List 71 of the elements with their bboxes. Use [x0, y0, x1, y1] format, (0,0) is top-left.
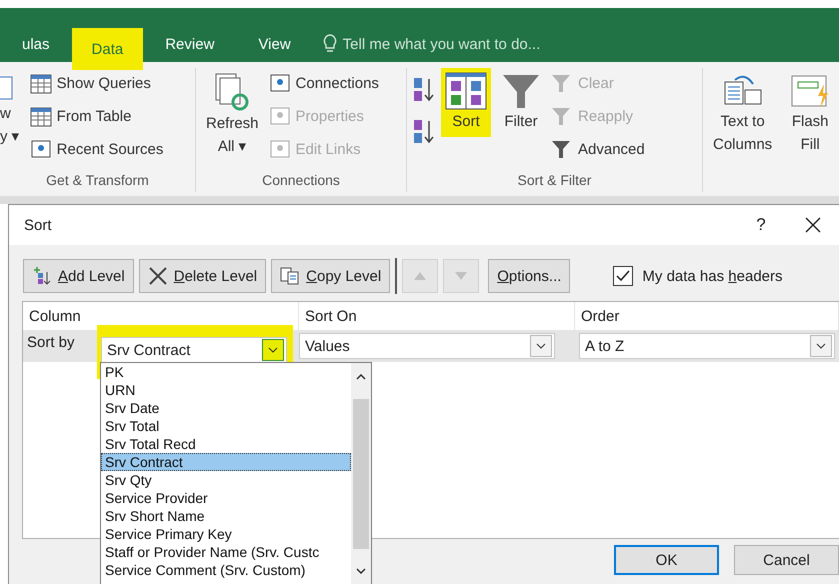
document-icon [268, 72, 291, 94]
ribbon-button[interactable]: Advanced [578, 141, 645, 158]
document-icon [268, 106, 291, 128]
list-item[interactable]: Srv Date [101, 399, 351, 417]
refresh-icon [214, 72, 250, 112]
copy-icon [280, 266, 300, 286]
chevron-down-icon [356, 568, 366, 574]
ribbon-button[interactable]: Recent Sources [56, 141, 164, 158]
lightbulb-icon [322, 34, 337, 54]
ribbon-button[interactable]: Flash Fill [784, 68, 836, 160]
sort-descending-icon [413, 118, 435, 146]
ribbon-tab[interactable]: Review [143, 26, 236, 62]
help-button[interactable]: ? [735, 205, 787, 245]
dialog-title: Sort [24, 216, 53, 234]
add-sort-icon [32, 266, 52, 286]
list-item[interactable]: Srv Total Recd [101, 435, 351, 453]
list-item[interactable]: Srv Short Name [101, 507, 351, 525]
list-item[interactable]: Srv Contract [101, 453, 351, 471]
down-triangle-icon [455, 272, 468, 280]
filter-button[interactable]: Filter [497, 68, 545, 137]
group-label: Sort & Filter [516, 172, 592, 190]
add-level-button[interactable]: Add Level [23, 259, 134, 293]
table-icon [30, 106, 52, 128]
up-triangle-icon [414, 272, 426, 280]
chevron-down-icon [536, 343, 546, 349]
list-item[interactable]: Service Comment (Srv. Custom) [101, 561, 351, 579]
new-query-button[interactable]: w y ▾ [0, 68, 24, 152]
ribbon-tab[interactable]: ulas [0, 26, 72, 62]
x-icon [148, 266, 168, 286]
sort-button[interactable]: Sort [441, 68, 491, 137]
funnel-icon [501, 72, 541, 110]
funnel-icon [551, 138, 573, 160]
options-button[interactable]: Options... [488, 259, 570, 293]
chevron-up-icon [356, 374, 366, 380]
scrollbar[interactable] [351, 363, 371, 584]
ribbon-tab[interactable]: Data [72, 28, 144, 70]
chevron-down-icon [816, 343, 826, 349]
document-icon [268, 138, 291, 160]
checkmark-icon [616, 270, 630, 282]
refresh-all-button[interactable]: Refresh All ▾ [202, 68, 263, 162]
column-dropdown[interactable]: Srv Contract [101, 337, 287, 363]
sort-icon [445, 72, 487, 110]
ribbon-button[interactable]: From Table [56, 108, 132, 125]
list-item[interactable]: Service Primary Key [101, 525, 351, 543]
ok-button[interactable]: OK [614, 545, 719, 575]
tell-me-field[interactable]: Tell me what you want to do... [312, 26, 540, 62]
ribbon-button[interactable]: Connections [296, 75, 379, 92]
group-label: Connections [261, 172, 341, 190]
list-item[interactable]: Staff or Provider Name (Srv. Custc [101, 543, 351, 561]
order-dropdown[interactable]: A to Z [579, 333, 835, 359]
ribbon-tab[interactable]: View [236, 26, 313, 62]
copy-level-button[interactable]: Copy Level [271, 259, 390, 293]
group-label: Get & Transform [45, 172, 150, 190]
chevron-down-icon [268, 347, 278, 353]
list-item[interactable]: Srv Total [101, 417, 351, 435]
list-item[interactable]: Service Provider [101, 489, 351, 507]
delete-level-button[interactable]: Delete Level [138, 259, 266, 293]
ribbon-button[interactable]: Text to Columns [709, 68, 776, 160]
sort-ascending-icon [413, 76, 435, 104]
list-item[interactable]: URN [101, 381, 351, 399]
table-icon [30, 72, 52, 94]
sort-on-dropdown[interactable]: Values [299, 333, 555, 359]
ribbon-button[interactable]: Show Queries [56, 75, 151, 92]
list-item[interactable]: Srv Qty [101, 471, 351, 489]
row-label: Sort by [26, 333, 76, 351]
funnel-icon [551, 106, 573, 128]
list-item[interactable]: PK [101, 363, 351, 381]
headers-checkbox[interactable]: My data has headers [613, 266, 783, 286]
cancel-button[interactable]: Cancel [734, 545, 839, 575]
close-icon [805, 217, 821, 233]
funnel-icon [551, 72, 573, 94]
